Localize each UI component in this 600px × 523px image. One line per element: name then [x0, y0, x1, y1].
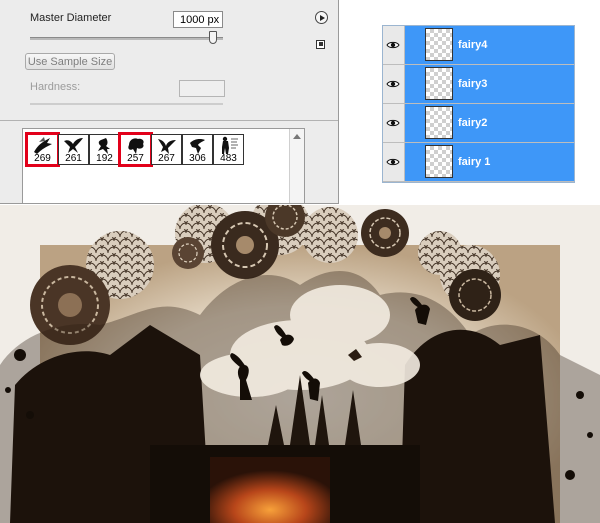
brush-preset-size: 483	[220, 153, 237, 164]
layer-thumbnail	[425, 28, 453, 61]
hardness-label: Hardness:	[30, 81, 81, 93]
master-diameter-slider-thumb[interactable]	[209, 31, 217, 44]
layer-row[interactable]: fairy3	[383, 65, 574, 104]
eye-icon	[386, 41, 400, 49]
hardness-input[interactable]	[179, 80, 225, 97]
layer-name[interactable]: fairy 1	[458, 156, 490, 168]
canvas-artwork	[0, 205, 600, 523]
layer-name[interactable]: fairy2	[458, 117, 487, 129]
brush-preset-size: 192	[96, 153, 113, 164]
brush-preset-tile[interactable]: 261	[58, 134, 89, 165]
new-preset-icon[interactable]	[316, 40, 325, 49]
master-diameter-input[interactable]: 1000 px	[173, 11, 223, 28]
use-sample-size-button[interactable]: Use Sample Size	[25, 53, 115, 70]
brush-preset-size: 261	[65, 153, 82, 164]
fire-glow	[210, 457, 330, 523]
layer-visibility-toggle[interactable]	[383, 65, 405, 103]
layer-name[interactable]: fairy4	[458, 39, 487, 51]
flower-icon	[449, 269, 501, 321]
layer-thumbnail	[425, 67, 453, 100]
brush-preset-size: 267	[158, 153, 175, 164]
hardness-slider[interactable]	[30, 103, 223, 105]
preset-scrollbar[interactable]	[289, 129, 304, 203]
panel-divider	[0, 120, 338, 121]
brush-preset-tile[interactable]: 267	[151, 134, 182, 165]
brush-preset-tile[interactable]: 483	[213, 134, 244, 165]
master-diameter-label: Master Diameter	[30, 12, 112, 24]
right-house-silhouette	[400, 329, 555, 523]
flower-icon	[361, 209, 409, 257]
master-diameter-slider[interactable]	[30, 37, 223, 40]
layer-visibility-toggle[interactable]	[383, 104, 405, 142]
panel-menu-button[interactable]	[315, 11, 328, 24]
brush-options-panel: Master Diameter 1000 px Use Sample Size …	[0, 0, 339, 204]
eye-icon	[386, 158, 400, 166]
brush-preset-size: 306	[189, 153, 206, 164]
layers-panel: fairy4 fairy3 fairy2 fairy 1	[382, 25, 575, 183]
brush-preset-size: 269	[34, 153, 51, 164]
layer-visibility-toggle[interactable]	[383, 26, 405, 64]
brush-preset-tile[interactable]: 192	[89, 134, 120, 165]
brush-preset-picker[interactable]: 269 261 192 257 267 306 483	[22, 128, 305, 204]
layer-row[interactable]: fairy 1	[383, 143, 574, 182]
layer-thumbnail	[425, 106, 453, 139]
eye-icon	[386, 119, 400, 127]
layer-name[interactable]: fairy3	[458, 78, 487, 90]
flower-icon	[172, 237, 204, 269]
layer-row[interactable]: fairy2	[383, 104, 574, 143]
layer-thumbnail	[425, 145, 453, 178]
layer-row[interactable]: fairy4	[383, 26, 574, 65]
brush-preset-tile[interactable]: 257	[118, 132, 153, 167]
brush-preset-tile[interactable]: 269	[25, 132, 60, 167]
layer-visibility-toggle[interactable]	[383, 143, 405, 181]
brush-preset-size: 257	[127, 153, 144, 164]
brush-preset-tile[interactable]: 306	[182, 134, 213, 165]
eye-icon	[386, 80, 400, 88]
